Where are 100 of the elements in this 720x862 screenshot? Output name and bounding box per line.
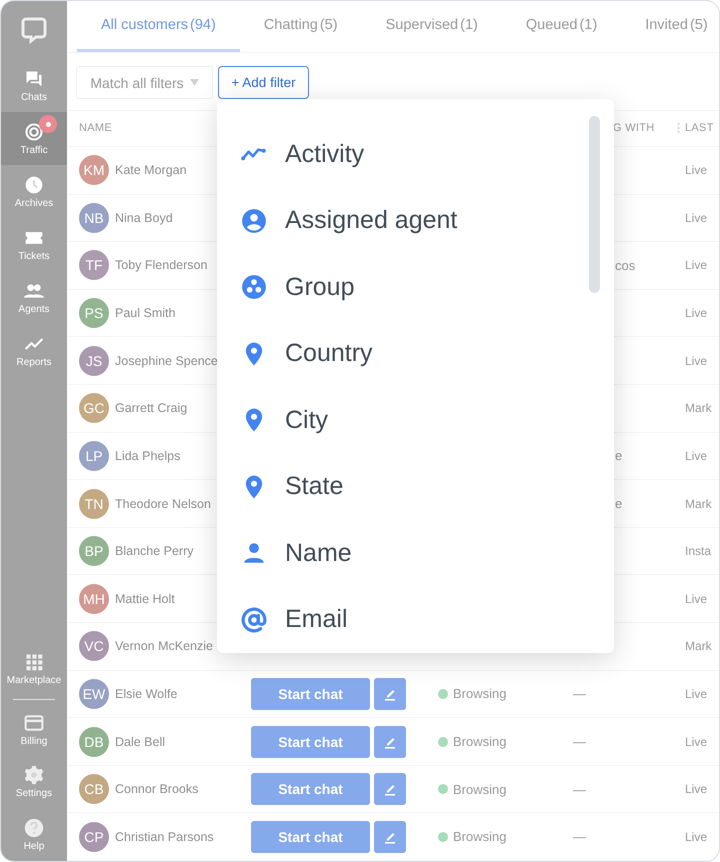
tab[interactable]: Supervised(1) bbox=[362, 1, 502, 52]
menu-item[interactable]: Group bbox=[217, 254, 589, 320]
status-text: Browsing bbox=[453, 734, 506, 750]
table-cell-text: Mark bbox=[684, 401, 713, 416]
avatar: KM bbox=[79, 155, 109, 186]
tab[interactable]: Queued(1) bbox=[502, 1, 622, 52]
start-chat-button[interactable]: Start chat bbox=[251, 820, 370, 853]
chat-logo-icon[interactable] bbox=[20, 16, 48, 44]
customer-name: Josephine Spence bbox=[115, 354, 218, 368]
table-cell-text: Live bbox=[684, 830, 708, 844]
grid-icon bbox=[24, 652, 44, 672]
sidebar-item[interactable]: Reports bbox=[1, 324, 67, 377]
help-icon bbox=[24, 818, 44, 838]
sidebar-item[interactable]: Marketplace bbox=[1, 642, 67, 694]
customer-name: Mattie Holt bbox=[115, 592, 175, 606]
customer-name: Kate Morgan bbox=[115, 163, 187, 178]
menu-item[interactable]: Assigned agent bbox=[217, 188, 589, 254]
status-text: Browsing bbox=[453, 829, 506, 844]
customer-name: Lida Phelps bbox=[115, 448, 180, 463]
edit-button[interactable] bbox=[374, 773, 406, 806]
sidebar-item[interactable]: Chats bbox=[1, 59, 67, 112]
avatar: DB bbox=[79, 726, 109, 757]
customer-name: Toby Flenderson bbox=[115, 258, 208, 272]
table-cell-text: — bbox=[573, 686, 587, 702]
sidebar-item[interactable]: Help bbox=[1, 808, 67, 861]
status-text: Browsing bbox=[453, 686, 506, 702]
menu-item[interactable]: City bbox=[217, 387, 589, 454]
status-dot bbox=[438, 832, 448, 842]
customer-name: Theodore Nelson bbox=[115, 496, 211, 511]
table-cell-text: Live bbox=[684, 306, 708, 320]
menu-item[interactable]: State bbox=[217, 454, 589, 520]
scrollbar-thumb[interactable] bbox=[589, 116, 600, 293]
customer-name: Christian Parsons bbox=[115, 830, 214, 844]
status-text: Browsing bbox=[453, 782, 506, 797]
table-cell-text: Live bbox=[684, 734, 708, 749]
chat-bubbles-icon bbox=[24, 68, 44, 88]
menu-item[interactable]: Email bbox=[217, 586, 589, 653]
customer-name: Nina Boyd bbox=[115, 210, 173, 225]
card-icon bbox=[24, 712, 44, 733]
avatar: EW bbox=[79, 678, 109, 709]
column-header: NAME bbox=[79, 122, 113, 134]
sidebar-item[interactable]: Billing bbox=[1, 704, 67, 756]
avatar: VC bbox=[79, 631, 109, 662]
menu-item[interactable]: Country bbox=[217, 320, 589, 387]
customer-name: Paul Smith bbox=[115, 306, 176, 320]
sidebar-item[interactable]: Archives bbox=[1, 165, 67, 218]
table-cell-text: Insta bbox=[684, 544, 712, 558]
avatar: GC bbox=[79, 393, 109, 424]
edit-button[interactable] bbox=[374, 678, 406, 710]
table-cell-text: Mark bbox=[684, 639, 713, 654]
table-cell-text: — bbox=[573, 829, 587, 844]
avatar: PS bbox=[79, 298, 109, 328]
tab[interactable]: Chatting(5) bbox=[240, 1, 362, 52]
avatar: CB bbox=[79, 774, 109, 804]
edit-button[interactable] bbox=[374, 726, 406, 758]
avatar: JS bbox=[79, 346, 109, 376]
status-dot bbox=[438, 688, 448, 699]
sidebar-item[interactable]: Tickets bbox=[1, 218, 67, 271]
sidebar-item[interactable]: Agents bbox=[1, 271, 67, 324]
group-icon bbox=[241, 274, 267, 300]
sidebar-item[interactable]: Traffic bbox=[1, 112, 67, 165]
avatar: NB bbox=[79, 202, 109, 233]
menu-item[interactable]: Activity bbox=[217, 121, 589, 188]
at-sign-icon bbox=[241, 606, 267, 633]
settings-icon bbox=[24, 765, 44, 786]
clock-icon bbox=[24, 174, 44, 194]
table-cell-text: — bbox=[573, 734, 587, 750]
table-cell-text: Mark bbox=[684, 496, 713, 511]
add-filter-button[interactable]: + Add filter bbox=[218, 66, 309, 99]
customer-name: Blanche Perry bbox=[115, 544, 194, 558]
edit-button[interactable] bbox=[374, 820, 406, 853]
start-chat-button[interactable]: Start chat bbox=[251, 726, 370, 758]
sidebar-item[interactable]: Settings bbox=[1, 756, 67, 808]
customer-name: Vernon McKenzie bbox=[115, 639, 213, 654]
customer-name: Connor Brooks bbox=[115, 782, 198, 796]
customer-name: Garrett Craig bbox=[115, 401, 188, 416]
start-chat-button[interactable]: Start chat bbox=[251, 678, 370, 710]
menu-item[interactable]: Name bbox=[217, 520, 589, 586]
table-cell-text: Live bbox=[684, 782, 708, 796]
status-dot bbox=[438, 736, 448, 747]
customer-name: Dale Bell bbox=[115, 734, 166, 749]
avatar: CP bbox=[79, 822, 109, 852]
table-cell-text: Live bbox=[684, 258, 708, 272]
tab[interactable]: All customers(94) bbox=[77, 1, 240, 52]
tab[interactable]: Invited(5) bbox=[621, 1, 719, 52]
table-cell-text: Live bbox=[684, 592, 708, 606]
avatar: TN bbox=[79, 488, 109, 519]
avatar: TF bbox=[79, 250, 109, 280]
start-chat-button[interactable]: Start chat bbox=[251, 773, 370, 806]
pencil-icon bbox=[383, 782, 397, 796]
caret-icon bbox=[190, 79, 199, 86]
match-select[interactable]: Match all filters bbox=[76, 66, 213, 99]
table-cell-text: Live bbox=[684, 210, 708, 225]
table-cell-text: Live bbox=[684, 686, 708, 701]
table-cell-text: Live bbox=[684, 354, 708, 368]
table-cell-text: Live bbox=[684, 448, 708, 463]
column-header: LAST bbox=[685, 122, 714, 134]
resize-handle-icon[interactable] bbox=[677, 122, 680, 134]
table-cell-text: cos bbox=[614, 258, 636, 273]
customer-name: Elsie Wolfe bbox=[115, 686, 178, 701]
